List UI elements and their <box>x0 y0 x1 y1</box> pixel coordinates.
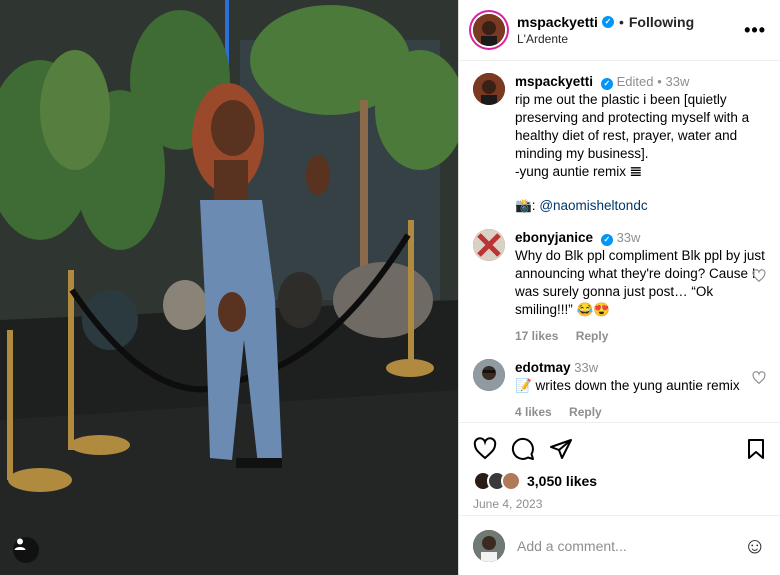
save-icon[interactable] <box>744 437 768 461</box>
likes-row: 3,050 likes <box>473 471 768 491</box>
current-user-avatar <box>473 529 505 562</box>
more-icon[interactable]: ••• <box>744 20 766 41</box>
comment-body: ebonyjanice ✓ 33w Why do Blk ppl complim… <box>515 229 766 345</box>
avatar-image <box>473 359 505 391</box>
comment-actions: 4 likes Reply <box>515 403 766 421</box>
comment-meta: ebonyjanice ✓ 33w <box>515 229 766 247</box>
post-header: mspackyetti ✓ • Following L'Ardente ••• <box>459 0 780 61</box>
following-button[interactable]: Following <box>629 14 694 30</box>
likes-count[interactable]: 3,050 likes <box>527 473 597 489</box>
comment-body: edotmay 33w 📝 writes down the yung aunti… <box>515 359 766 421</box>
post-details-panel: mspackyetti ✓ • Following L'Ardente ••• <box>458 0 780 575</box>
heart-icon[interactable] <box>473 437 497 461</box>
post-photo[interactable] <box>0 0 458 575</box>
comment-time[interactable]: 33w <box>574 360 598 375</box>
post-date[interactable]: June 4, 2023 <box>473 497 768 511</box>
comment-meta: edotmay 33w <box>515 359 766 377</box>
caption-time[interactable]: 33w <box>666 74 690 89</box>
avatar-image <box>473 229 505 261</box>
comment-likes[interactable]: 17 likes <box>515 329 558 343</box>
share-icon[interactable] <box>549 437 573 461</box>
comment-avatar[interactable] <box>473 229 505 261</box>
action-bar: 3,050 likes June 4, 2023 <box>459 423 780 511</box>
comment-avatar[interactable] <box>473 359 505 391</box>
edited-label: Edited <box>616 74 654 89</box>
caption-meta: mspackyetti ✓ Edited • 33w <box>515 73 766 91</box>
verified-icon: ✓ <box>600 78 613 90</box>
comment-icon[interactable] <box>511 437 535 461</box>
caption-avatar[interactable] <box>473 73 505 105</box>
reply-button[interactable]: Reply <box>576 329 609 343</box>
comment-item: ebonyjanice ✓ 33w Why do Blk ppl complim… <box>473 229 766 345</box>
liker-avatar <box>501 471 521 491</box>
add-comment-bar: ☺ <box>459 515 780 575</box>
reply-button[interactable]: Reply <box>569 405 602 419</box>
comment-likes[interactable]: 4 likes <box>515 405 552 419</box>
emoji-icon[interactable]: ☺ <box>744 533 766 559</box>
author-avatar[interactable] <box>473 14 505 46</box>
comments-list[interactable]: mspackyetti ✓ Edited • 33w rip me out th… <box>459 61 780 423</box>
comment-time[interactable]: 33w <box>617 230 641 245</box>
comment-text: 📝 writes down the yung auntie remix <box>515 378 740 393</box>
comment-actions: 17 likes Reply <box>515 327 766 345</box>
credit-mention-link[interactable]: @naomisheltondc <box>539 198 647 213</box>
separator-dot: • <box>657 74 662 89</box>
comment-username[interactable]: edotmay <box>515 360 571 375</box>
credit-prefix: 📸: <box>515 198 540 213</box>
author-username[interactable]: mspackyetti <box>517 14 598 30</box>
header-line: mspackyetti ✓ • Following <box>517 14 744 30</box>
comment-username[interactable]: ebonyjanice <box>515 230 593 245</box>
verified-icon: ✓ <box>601 16 614 28</box>
comment-input[interactable] <box>517 537 744 554</box>
caption-text: rip me out the plastic i been [quietly p… <box>515 92 750 179</box>
location-link[interactable]: L'Ardente <box>517 32 744 46</box>
avatar-image <box>473 14 505 46</box>
header-text: mspackyetti ✓ • Following L'Ardente <box>517 14 744 46</box>
caption-username[interactable]: mspackyetti <box>515 74 593 89</box>
photo-credit: 📸: @naomisheltondc <box>515 197 766 215</box>
user-tag-button[interactable] <box>13 537 39 563</box>
heart-icon[interactable] <box>752 371 766 385</box>
photo-illustration <box>0 0 458 575</box>
avatar-image <box>473 73 505 105</box>
avatar-image <box>473 529 505 562</box>
heart-icon[interactable] <box>752 269 766 283</box>
caption-body: mspackyetti ✓ Edited • 33w rip me out th… <box>515 73 766 215</box>
caption-item: mspackyetti ✓ Edited • 33w rip me out th… <box>473 73 766 215</box>
user-tag-icon <box>14 538 26 550</box>
verified-icon: ✓ <box>600 234 613 246</box>
action-icons <box>473 435 768 463</box>
comment-item: edotmay 33w 📝 writes down the yung aunti… <box>473 359 766 421</box>
comment-text: Why do Blk ppl compliment Blk ppl by jus… <box>515 248 765 317</box>
separator-dot: • <box>618 14 624 30</box>
